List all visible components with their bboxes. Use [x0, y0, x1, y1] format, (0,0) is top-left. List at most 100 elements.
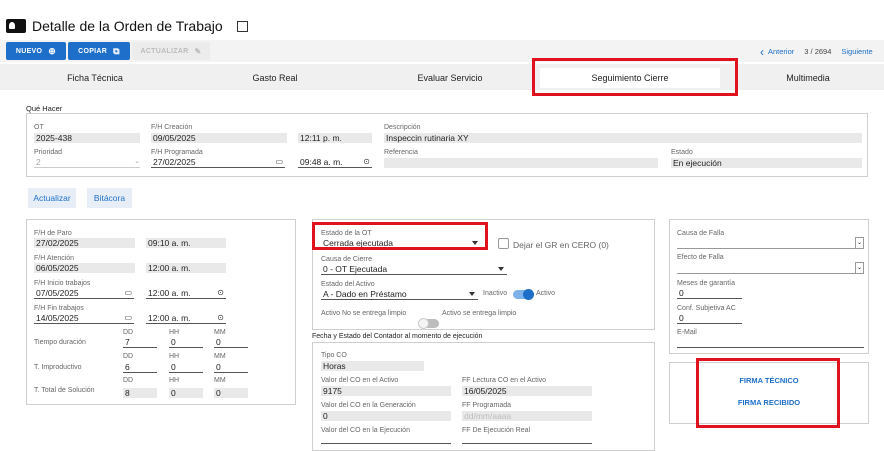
contador-title: Fecha y Estado del Contador al momento d… [312, 333, 483, 340]
fin-date: 14/05/2025 [36, 313, 79, 323]
dd-header: DD [123, 377, 134, 384]
referencia-label: Referencia [384, 149, 418, 156]
fh-programada-label: F/H Programada [151, 149, 203, 156]
fh-programada-time-input[interactable]: 09:48 a. m. ⊙ [298, 157, 372, 168]
hh-header: HH [169, 377, 180, 384]
title-checkbox[interactable] [236, 20, 248, 32]
tipo-co-field: Horas [321, 361, 424, 371]
page-header: Detalle de la Orden de Trabajo [6, 14, 248, 38]
prioridad-select[interactable]: 2 ⌄ [34, 157, 140, 168]
efecto-falla-label: Efecto de Falla [677, 254, 724, 261]
estado-activo-select[interactable]: A - Dado en Préstamo [321, 289, 478, 300]
t-improductivo-label: T. Improductivo [34, 364, 82, 371]
total-dd: 8 [123, 388, 157, 398]
fin-date-input[interactable]: 14/05/2025 ▭ [34, 313, 134, 324]
clock-icon: ⊙ [217, 288, 224, 297]
chevron-down-icon: ⌄ [854, 262, 864, 274]
tab-ficha-tecnica[interactable]: Ficha Técnica [40, 70, 150, 86]
fin-label: F/H Fin trabajos [34, 305, 84, 312]
conf-subjetiva-input[interactable]: 0 [677, 313, 742, 324]
valor-generacion-label: Valor del CO en la Generación [321, 402, 416, 409]
dejar-gr-label: Dejar el GR en CERO (0) [513, 240, 609, 250]
inicio-date: 07/05/2025 [36, 288, 79, 298]
ff-ejecucion-input[interactable] [462, 433, 592, 444]
inicio-date-input[interactable]: 07/05/2025 ▭ [34, 288, 134, 299]
chevron-down-icon: ⌄ [854, 237, 864, 249]
copiar-button[interactable]: COPIAR ⧉ [68, 42, 130, 60]
page-title: Detalle de la Orden de Trabajo [32, 18, 223, 34]
contact-card-icon [6, 19, 26, 33]
atencion-label: F/H Atención [34, 255, 75, 262]
fh-programada-time: 09:48 a. m. [300, 157, 343, 167]
fin-time: 12:00 a. m. [148, 313, 191, 323]
improductivo-hh[interactable]: 0 [169, 362, 203, 373]
tab-seguimiento-cierre[interactable]: Seguimiento Cierre [540, 68, 720, 88]
actualizar-button[interactable]: Actualizar [28, 188, 76, 208]
firma-tecnico-button[interactable]: FIRMA TÉCNICO [700, 376, 838, 385]
tab-gasto-real[interactable]: Gasto Real [220, 70, 330, 86]
plus-circle-icon: ⊕ [48, 45, 57, 56]
fh-programada-date-input[interactable]: 27/02/2025 ▭ [151, 157, 285, 168]
tab-multimedia[interactable]: Multimedia [753, 70, 863, 86]
limpio-toggle[interactable] [418, 318, 439, 329]
estado-ot-value: Cerrada ejecutada [323, 238, 393, 248]
inicio-label: F/H Inicio trabajos [34, 280, 91, 287]
duracion-mm[interactable]: 0 [214, 337, 248, 348]
inicio-time-input[interactable]: 12:00 a. m. ⊙ [146, 288, 226, 299]
estado-ot-label: Estado de la OT [321, 230, 372, 237]
ff-lectura-field: 16/05/2025 [462, 386, 592, 396]
causa-falla-select[interactable]: ⌄ [677, 237, 864, 249]
bitacora-button[interactable]: Bitácora [87, 188, 132, 208]
valor-activo-field: 9175 [321, 386, 451, 396]
causa-cierre-select[interactable]: 0 - OT Ejecutada [321, 264, 507, 275]
improductivo-mm[interactable]: 0 [214, 362, 248, 373]
meses-garantia-label: Meses de garantía [677, 280, 735, 287]
anterior-link[interactable]: Anterior [768, 47, 794, 56]
nuevo-label: NUEVO [15, 47, 43, 55]
calendar-icon: ▭ [124, 313, 132, 322]
activo-label: Activo [536, 290, 556, 297]
record-nav: ‹ Anterior 3 / 2694 Siguiente [760, 46, 873, 58]
dropdown-arrow-icon [472, 241, 478, 245]
causa-cierre-value: 0 - OT Ejecutada [323, 264, 388, 274]
tab-evaluar-servicio[interactable]: Evaluar Servicio [395, 70, 505, 86]
efecto-falla-select[interactable]: ⌄ [677, 262, 864, 274]
estado-ot-select[interactable]: Cerrada ejecutada [321, 238, 481, 249]
valor-ejecucion-input[interactable] [321, 433, 451, 444]
clock-icon: ⊙ [363, 157, 370, 166]
ff-programada-field: dd/mm/aaaa [462, 411, 592, 421]
clock-icon: ⊙ [217, 313, 224, 322]
causa-cierre-label: Causa de Cierre [321, 256, 372, 263]
que-hacer-label: Qué Hacer [26, 104, 63, 113]
estado-label: Estado [671, 149, 693, 156]
duracion-hh[interactable]: 0 [169, 337, 203, 348]
firma-recibido-button[interactable]: FIRMA RECIBIDO [700, 398, 838, 407]
dropdown-arrow-icon [498, 267, 504, 271]
causa-falla-label: Causa de Falla [677, 230, 725, 237]
inicio-time: 12:00 a. m. [148, 288, 191, 298]
valor-activo-label: Valor del CO en el Activo [321, 377, 399, 384]
chevron-left-icon[interactable]: ‹ [760, 46, 764, 58]
mm-header: MM [214, 353, 226, 360]
dd-header: DD [123, 353, 134, 360]
dd-header: DD [123, 329, 134, 336]
nuevo-button[interactable]: NUEVO ⊕ [6, 42, 66, 60]
email-input[interactable] [677, 337, 864, 348]
copy-icon: ⧉ [113, 45, 120, 56]
improductivo-dd[interactable]: 6 [123, 362, 157, 373]
activo-toggle[interactable] [513, 289, 534, 300]
descripcion-field: Inspeccin rutinaria XY [384, 133, 862, 143]
dejar-gr-checkbox[interactable] [498, 238, 509, 249]
hh-header: HH [169, 329, 180, 336]
siguiente-link[interactable]: Siguiente [841, 47, 872, 56]
t-total-solucion-label: T. Total de Solución [34, 387, 95, 394]
tipo-co-label: Tipo CO [321, 352, 347, 359]
calendar-icon: ▭ [275, 157, 283, 166]
meses-garantia-input[interactable]: 0 [677, 288, 742, 299]
valor-generacion-field: 0 [321, 411, 451, 421]
ff-lectura-label: FF Lectura CO en el Activo [462, 377, 547, 384]
fin-time-input[interactable]: 12:00 a. m. ⊙ [146, 313, 226, 324]
duracion-dd[interactable]: 7 [123, 337, 157, 348]
conf-subjetiva-label: Conf. Subjetiva AC [677, 305, 736, 312]
actualizar-toolbar-button[interactable]: ACTUALIZAR ✎ [132, 42, 210, 60]
